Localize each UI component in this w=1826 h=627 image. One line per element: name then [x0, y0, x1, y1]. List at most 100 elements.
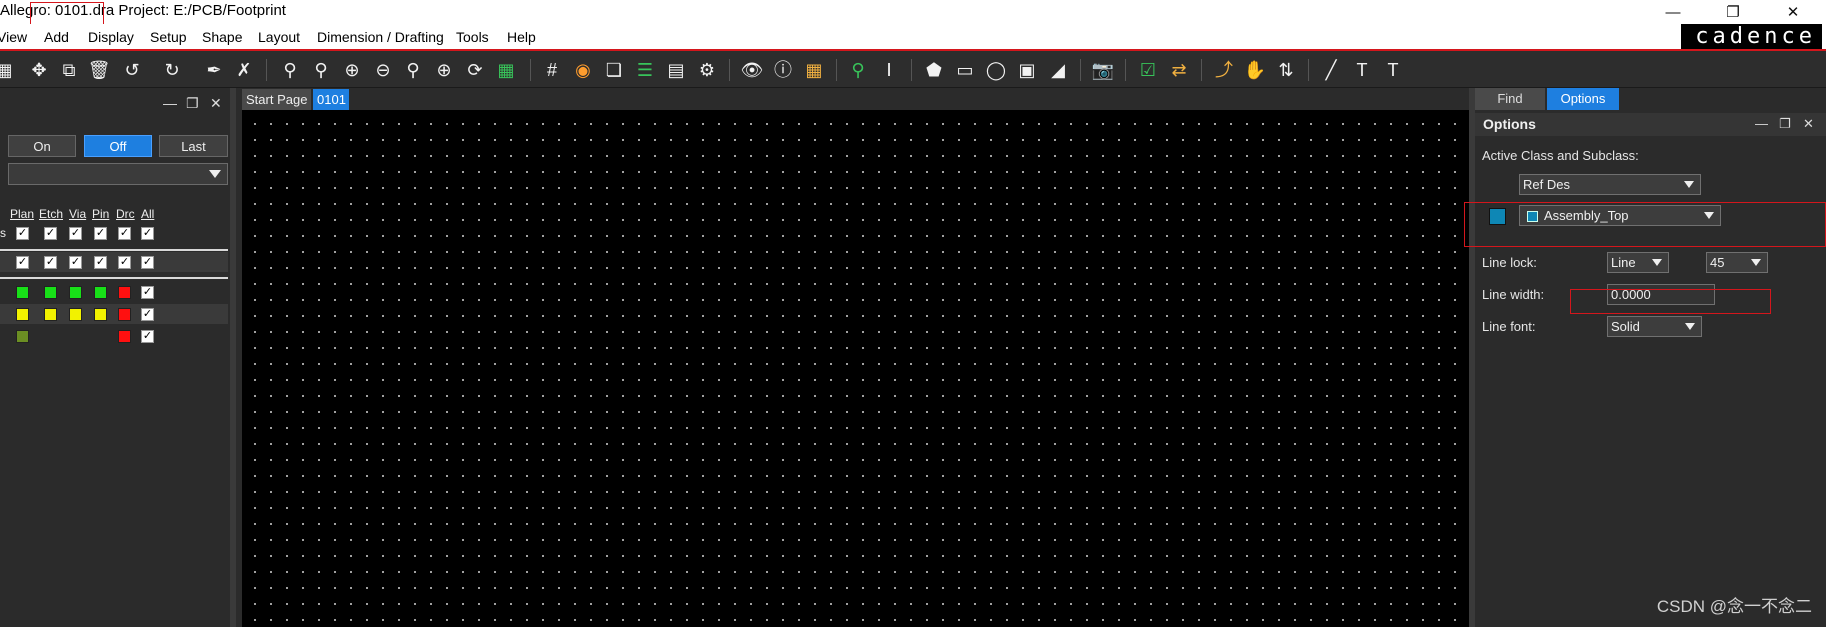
shape-void-icon[interactable]: ◢: [1046, 59, 1070, 81]
class-dropdown[interactable]: Ref Des: [1519, 174, 1701, 195]
shape-circle-icon[interactable]: ◯: [984, 59, 1008, 81]
checkbox[interactable]: ✓: [141, 256, 154, 269]
minimize-panel-icon[interactable]: —: [163, 95, 177, 111]
pin-icon[interactable]: ✒: [202, 59, 226, 81]
delete-icon[interactable]: 🗑: [87, 59, 111, 81]
line-lock-mode-dropdown[interactable]: Line: [1607, 252, 1669, 273]
close-panel-icon[interactable]: ✕: [1803, 116, 1814, 132]
shape-select-icon[interactable]: ▣: [1015, 59, 1039, 81]
menu-display[interactable]: Display: [88, 29, 134, 45]
shape-polygon-icon[interactable]: ⬟: [922, 59, 946, 81]
checkbox[interactable]: ✓: [69, 227, 82, 240]
float-panel-icon[interactable]: ❐: [186, 95, 199, 112]
checkbox[interactable]: ✓: [141, 308, 154, 321]
close-icon[interactable]: ✕: [1770, 0, 1816, 24]
checkbox[interactable]: ✓: [44, 256, 57, 269]
checkbox[interactable]: ✓: [141, 286, 154, 299]
spread-icon[interactable]: ⇅: [1274, 59, 1298, 81]
visibility-off-button[interactable]: Off: [84, 135, 152, 157]
col-via[interactable]: Via: [69, 207, 86, 221]
color-swatch-green[interactable]: [16, 286, 29, 299]
snapshot-icon[interactable]: 📷: [1091, 59, 1115, 81]
save-icon[interactable]: ▦: [0, 59, 16, 81]
checkbox[interactable]: ✓: [44, 227, 57, 240]
menu-dimension-drafting[interactable]: Dimension / Drafting: [317, 29, 444, 45]
menu-help[interactable]: Help: [507, 29, 536, 45]
slide-icon[interactable]: ✋: [1243, 59, 1267, 81]
zoom-in-icon[interactable]: ⊕: [340, 59, 364, 81]
zoom-fit-icon[interactable]: ⚲: [309, 59, 333, 81]
text-cursor-icon[interactable]: Ⅰ: [877, 59, 901, 81]
add-text-icon[interactable]: T: [1350, 59, 1374, 81]
color-icon[interactable]: ◉: [571, 59, 595, 81]
color-swatch-green[interactable]: [44, 286, 57, 299]
menu-setup[interactable]: Setup: [150, 29, 187, 45]
checkbox[interactable]: ✓: [16, 256, 29, 269]
report-icon[interactable]: ▤: [664, 59, 688, 81]
checkbox[interactable]: ✓: [69, 256, 82, 269]
menu-view[interactable]: View: [0, 29, 27, 45]
menu-tools[interactable]: Tools: [456, 29, 489, 45]
close-panel-icon[interactable]: ✕: [210, 95, 222, 112]
checkbox[interactable]: ✓: [141, 227, 154, 240]
redraw-icon[interactable]: ⟳: [463, 59, 487, 81]
zoom-previous-icon[interactable]: ⚲: [401, 59, 425, 81]
shape-rectangle-icon[interactable]: ▭: [953, 59, 977, 81]
check-icon[interactable]: ☑: [1136, 59, 1160, 81]
minimize-icon[interactable]: —: [1650, 0, 1696, 24]
unpin-icon[interactable]: ✗: [232, 59, 256, 81]
color-swatch-yellow[interactable]: [44, 308, 57, 321]
design-canvas[interactable]: [242, 110, 1469, 627]
color-swatch-red[interactable]: [118, 286, 131, 299]
menu-add[interactable]: Add: [44, 29, 69, 45]
parameters-icon[interactable]: ⚙: [695, 59, 719, 81]
zoom-world-icon[interactable]: ⊕: [432, 59, 456, 81]
col-pin[interactable]: Pin: [92, 207, 109, 221]
route-icon[interactable]: ⤴: [1212, 59, 1236, 81]
edit-text-icon[interactable]: T: [1381, 59, 1405, 81]
color-swatch-yellow[interactable]: [69, 308, 82, 321]
layers-icon[interactable]: ☰: [633, 59, 657, 81]
swap-icon[interactable]: ⇄: [1167, 59, 1191, 81]
show-element-icon[interactable]: ⓘ: [771, 59, 795, 81]
undo-icon[interactable]: ↺: [120, 59, 144, 81]
col-all[interactable]: All: [141, 207, 154, 221]
checkbox[interactable]: ✓: [118, 227, 131, 240]
redo-icon[interactable]: ↻: [160, 59, 184, 81]
tab-0101[interactable]: 0101: [313, 89, 349, 110]
checkbox[interactable]: ✓: [94, 227, 107, 240]
checkbox[interactable]: ✓: [141, 330, 154, 343]
checkbox[interactable]: ✓: [16, 227, 29, 240]
visibility-last-button[interactable]: Last: [159, 135, 228, 157]
color-swatch-yellow[interactable]: [94, 308, 107, 321]
visibility-eye-icon[interactable]: 👁: [740, 59, 764, 81]
add-line-icon[interactable]: ╱: [1319, 59, 1343, 81]
color-swatch-green[interactable]: [94, 286, 107, 299]
restore-icon[interactable]: ❐: [1710, 0, 1756, 24]
3d-view-icon[interactable]: ▦: [494, 59, 518, 81]
add-pin-icon[interactable]: ⚲: [846, 59, 870, 81]
color-swatch-red[interactable]: [118, 308, 131, 321]
float-panel-icon[interactable]: ❐: [1779, 116, 1791, 132]
shadow-icon[interactable]: ❏: [602, 59, 626, 81]
checkbox[interactable]: ✓: [118, 256, 131, 269]
col-etch[interactable]: Etch: [39, 207, 63, 221]
measure-icon[interactable]: ▦: [802, 59, 826, 81]
col-drc[interactable]: Drc: [116, 207, 135, 221]
menu-shape[interactable]: Shape: [202, 29, 242, 45]
visibility-on-button[interactable]: On: [8, 135, 76, 157]
zoom-out-icon[interactable]: ⊖: [371, 59, 395, 81]
move-icon[interactable]: ✥: [27, 59, 51, 81]
col-plan[interactable]: Plan: [10, 207, 34, 221]
grid-icon[interactable]: #: [540, 59, 564, 81]
color-swatch-yellow[interactable]: [16, 308, 29, 321]
checkbox[interactable]: ✓: [94, 256, 107, 269]
color-swatch-olive[interactable]: [16, 330, 29, 343]
copy-icon[interactable]: ⧉: [57, 59, 81, 81]
minimize-panel-icon[interactable]: —: [1755, 116, 1768, 131]
line-font-dropdown[interactable]: Solid: [1607, 316, 1702, 337]
menu-layout[interactable]: Layout: [258, 29, 300, 45]
zoom-points-icon[interactable]: ⚲: [278, 59, 302, 81]
tab-find[interactable]: Find: [1475, 88, 1545, 110]
views-dropdown[interactable]: [8, 163, 228, 185]
